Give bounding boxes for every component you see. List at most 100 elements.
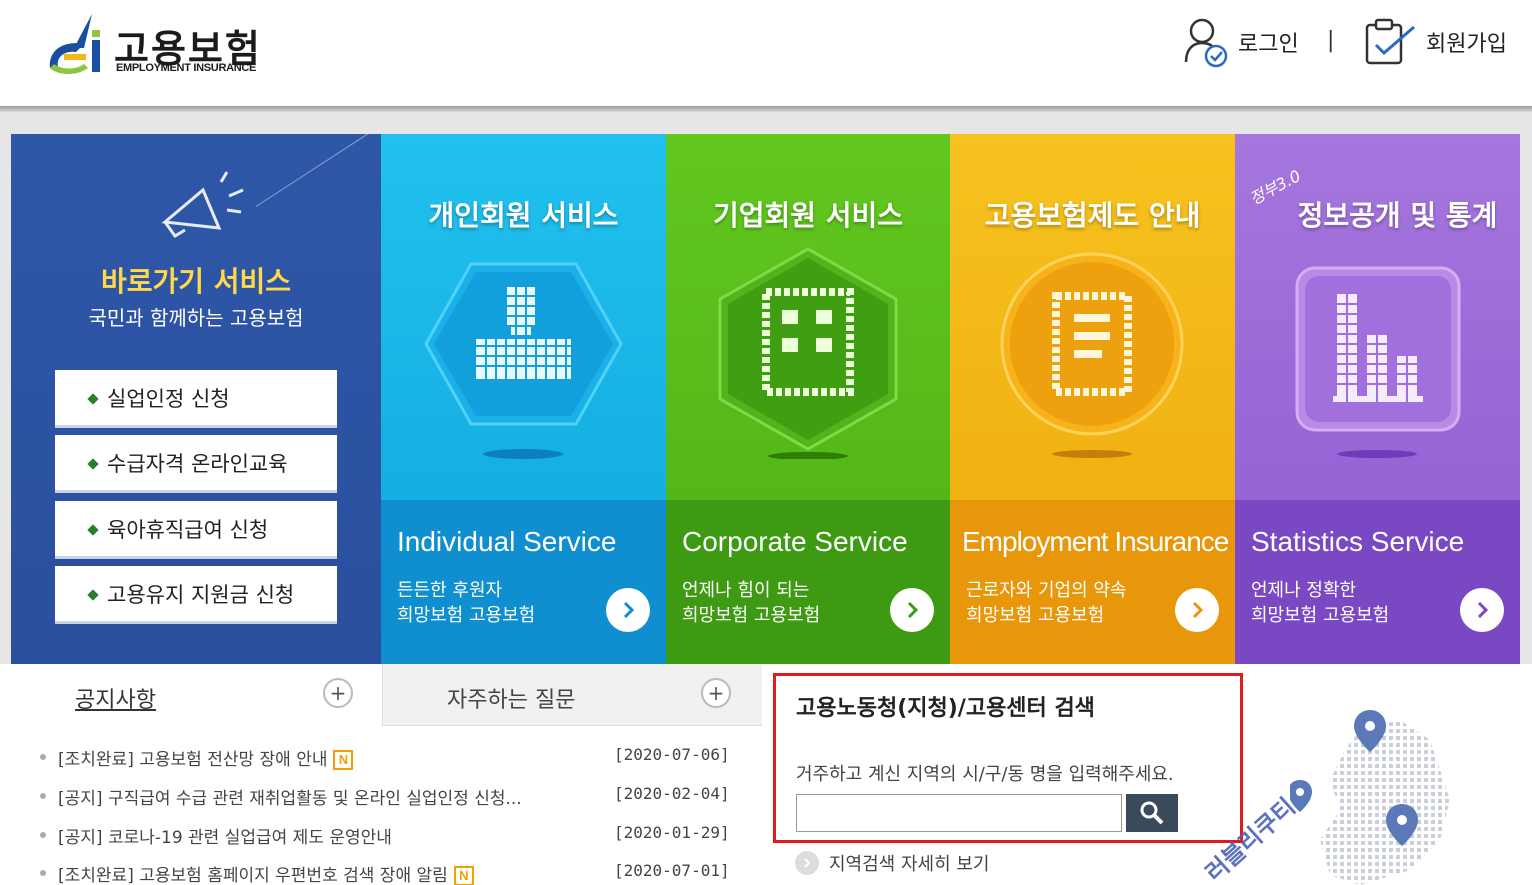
tile-english-title: Employment Insurance (962, 526, 1229, 557)
bullet-icon (87, 458, 99, 470)
new-badge: N (453, 866, 474, 885)
bullet-icon (40, 754, 46, 760)
bar-chart-icon (1295, 266, 1461, 458)
quick-btn-online-education[interactable]: 수급자격 온라인교육 (55, 435, 337, 493)
search-title: 고용노동청(지청)/고용센터 검색 (796, 696, 1095, 721)
tile-english-title: Individual Service (397, 526, 617, 557)
tile-desc-2: 희망보험 고용보험 (397, 605, 536, 626)
chevron-right-icon (907, 601, 919, 619)
notice-more-button[interactable]: + (323, 678, 353, 708)
notice-title: [공지] 코로나-19 관련 실업급여 제도 운영안내 (58, 828, 392, 848)
quick-service-subtitle: 국민과 함께하는 고용보험 (88, 306, 304, 330)
quick-btn-unemployment[interactable]: 실업인정 신청 (55, 370, 337, 428)
decorative-line (255, 134, 381, 207)
faq-more-button[interactable]: + (701, 678, 731, 708)
plus-icon: + (707, 681, 725, 705)
quick-btn-label: 수급자격 온라인교육 (107, 451, 288, 476)
quick-btn-parental-leave[interactable]: 육아휴직급여 신청 (55, 501, 337, 559)
tile-arrow-button[interactable] (890, 588, 934, 632)
notice-date: [2020-07-01] (614, 861, 730, 880)
detail-link-label: 지역검색 자세히 보기 (829, 854, 990, 875)
notice-date: [2020-01-29] (614, 823, 730, 842)
chevron-right-icon (623, 601, 635, 619)
header-separator: | (1327, 28, 1335, 53)
notice-title: [공지] 구직급여 수급 관련 재취업활동 및 온라인 실업인정 신청... (58, 789, 522, 809)
bullet-icon (40, 870, 46, 876)
list-item[interactable]: [공지] 코로나-19 관련 실업급여 제도 운영안내 [2020-01-29] (40, 820, 730, 850)
search-icon (1140, 801, 1164, 825)
tile-arrow-button[interactable] (1460, 588, 1504, 632)
login-label: 로그인 (1238, 32, 1299, 57)
site-logo[interactable]: 고용보험 EMPLOYMENT INSURANCE (44, 10, 274, 80)
tile-desc-2: 희망보험 고용보험 (682, 605, 821, 626)
notice-date: [2020-02-04] (614, 784, 730, 803)
bullet-icon (87, 589, 99, 601)
tile-desc-1: 언제나 정확한 (1251, 580, 1357, 601)
quick-btn-label: 실업인정 신청 (107, 386, 230, 411)
ei-logo-icon (49, 14, 100, 74)
tile-bottom: Statistics Service 언제나 정확한 희망보험 고용보험 (1235, 500, 1520, 664)
quick-btn-label: 육아휴직급여 신청 (107, 517, 269, 542)
tile-employment-insurance[interactable]: 고용보험제도 안내 Employment Insurance 근로자와 기업의 … (950, 134, 1235, 664)
tile-individual-service[interactable]: 개인회원 서비스 Individual Service 든든한 후원자 희망보험… (381, 134, 666, 664)
region-search-detail-link[interactable]: 지역검색 자세히 보기 (795, 850, 989, 876)
new-badge: N (333, 750, 354, 770)
search-description: 거주하고 계신 지역의 시/구/동 명을 입력해주세요. (796, 764, 1174, 785)
tile-english-title: Corporate Service (682, 526, 908, 557)
megaphone-icon (161, 171, 244, 238)
tile-arrow-button[interactable] (606, 588, 650, 632)
tile-desc-1: 언제나 힘이 되는 (682, 580, 810, 601)
region-search-input[interactable] (796, 794, 1122, 832)
join-link[interactable]: 회원가입 (1364, 14, 1507, 70)
tile-title: 정보공개 및 통계 (1297, 199, 1498, 232)
tile-bottom: Individual Service 든든한 후원자 희망보험 고용보험 (381, 500, 666, 664)
notice-title: [조치완료] 고용보험 전산망 장애 안내 (58, 750, 328, 770)
tile-arrow-button[interactable] (1175, 588, 1219, 632)
chevron-right-circle-icon (795, 851, 819, 875)
bullet-icon (40, 832, 46, 838)
quick-btn-label: 고용유지 지원금 신청 (107, 582, 295, 607)
tile-bottom: Employment Insurance 근로자와 기업의 약속 희망보험 고용… (950, 500, 1235, 664)
login-link[interactable]: 로그인 (1182, 14, 1299, 70)
quick-service-title: 바로가기 서비스 (100, 265, 292, 298)
quick-btn-employment-retention[interactable]: 고용유지 지원금 신청 (55, 566, 337, 624)
tile-desc-2: 희망보험 고용보험 (966, 605, 1105, 626)
tile-bottom: Corporate Service 언제나 힘이 되는 희망보험 고용보험 (666, 500, 950, 664)
tab-faq-label: 자주하는 질문 (447, 688, 576, 713)
tab-notice[interactable]: 공지사항 + (11, 664, 382, 726)
bullet-icon (40, 793, 46, 799)
notice-title: [조치완료] 고용보험 홈페이지 우편번호 검색 장애 알림 (58, 866, 448, 885)
tile-desc-1: 근로자와 기업의 약속 (966, 580, 1127, 601)
list-item[interactable]: [조치완료] 고용보험 홈페이지 우편번호 검색 장애 알림 N [2020-07… (40, 858, 730, 885)
office-search-box: 고용노동청(지청)/고용센터 검색 거주하고 계신 지역의 시/구/동 명을 입… (773, 673, 1243, 843)
list-item[interactable]: [조치완료] 고용보험 전산망 장애 안내 N [2020-07-06] (40, 742, 730, 772)
search-button[interactable] (1126, 794, 1178, 832)
plus-icon: + (329, 681, 347, 705)
tile-corporate-service[interactable]: 기업회원 서비스 Corporate Service 언제나 힘이 되는 희망보… (666, 134, 950, 664)
bullet-icon (87, 393, 99, 405)
bullet-icon (87, 524, 99, 536)
chevron-right-icon (1192, 601, 1204, 619)
join-label: 회원가입 (1426, 32, 1507, 57)
person-hexagon-icon (424, 262, 623, 459)
chevron-right-icon (1477, 601, 1489, 619)
quick-service-panel: 바로가기 서비스 국민과 함께하는 고용보험 실업인정 신청 수급자격 온라인교… (11, 134, 381, 664)
site-header: 고용보험 EMPLOYMENT INSURANCE 로그인 | 회원가입 (0, 0, 1532, 108)
tile-title: 고용보험제도 안내 (984, 199, 1201, 232)
user-check-icon (1184, 18, 1228, 68)
tile-english-title: Statistics Service (1251, 526, 1465, 557)
tile-desc-1: 든든한 후원자 (397, 580, 503, 601)
tab-notice-label: 공지사항 (75, 688, 156, 713)
tab-faq[interactable]: 자주하는 질문 + (382, 664, 762, 726)
logo-english-text: EMPLOYMENT INSURANCE (116, 62, 257, 74)
korea-map-icon (1290, 710, 1450, 885)
document-circle-icon (1000, 252, 1184, 458)
building-hexagon-icon (718, 247, 898, 459)
tile-title: 개인회원 서비스 (428, 199, 619, 232)
tile-desc-2: 희망보험 고용보험 (1251, 605, 1390, 626)
notice-date: [2020-07-06] (614, 745, 730, 764)
tile-statistics-service[interactable]: 정보공개 및 통계 정부3.0 Statistics Service 언제나 정… (1235, 134, 1520, 664)
tile-title: 기업회원 서비스 (712, 199, 904, 232)
list-item[interactable]: [공지] 구직급여 수급 관련 재취업활동 및 온라인 실업인정 신청... [… (40, 781, 730, 811)
clipboard-check-icon (1365, 18, 1415, 65)
